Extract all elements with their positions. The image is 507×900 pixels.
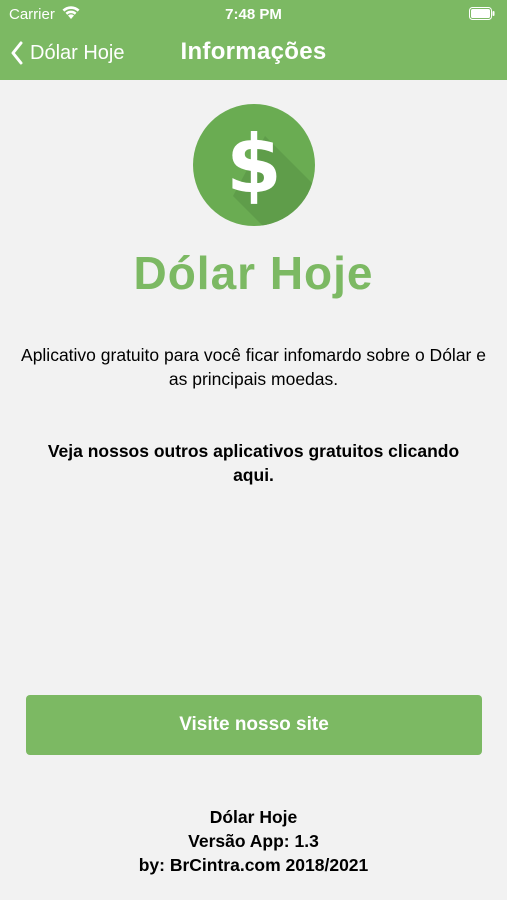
footer-credits: by: BrCintra.com 2018/2021 xyxy=(138,855,369,875)
battery-icon xyxy=(469,7,495,20)
app-title: Dólar Hoje xyxy=(133,247,374,299)
svg-text:$: $ xyxy=(226,118,282,211)
dollar-sign-icon: $ xyxy=(193,104,315,226)
other-apps-link[interactable]: Veja nossos outros aplicativos gratuitos… xyxy=(30,439,477,487)
footer-version: Versão App: 1.3 xyxy=(188,831,319,851)
footer-app-name: Dólar Hoje xyxy=(209,807,298,827)
status-time: 7:48 PM xyxy=(225,6,282,23)
visit-site-button[interactable]: Visite nosso site xyxy=(26,695,482,755)
navigation-bar: Dólar Hoje Informações xyxy=(0,28,507,80)
top-bar: Carrier 7:48 PM Dólar Hoje Informações xyxy=(0,0,507,80)
footer: Dólar Hoje Versão App: 1.3 by: BrCintra.… xyxy=(0,805,507,877)
app-description: Aplicativo gratuito para você ficar info… xyxy=(21,345,486,389)
status-bar: Carrier 7:48 PM xyxy=(0,0,507,28)
page-title: Informações xyxy=(180,38,327,65)
